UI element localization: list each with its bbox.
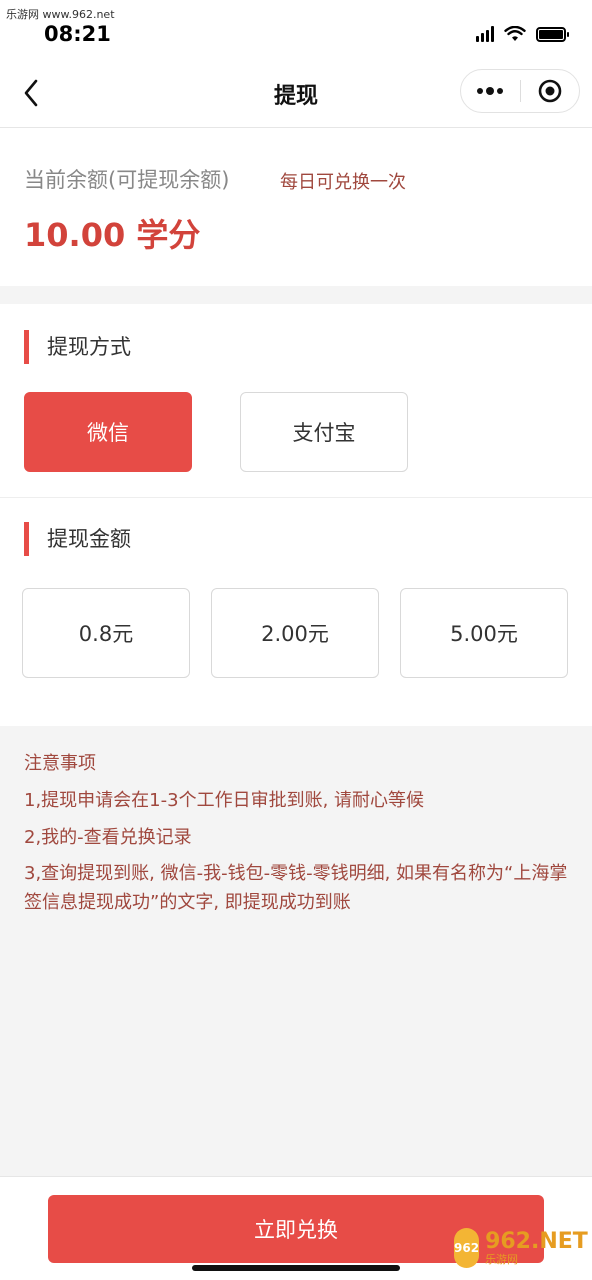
notes-section: 注意事项 1,提现申请会在1-3个工作日审批到账, 请耐心等候 2,我的-查看兑…: [24, 750, 574, 926]
balance-card: 当前余额(可提现余额) 每日可兑换一次 10.00 学分: [0, 128, 592, 286]
notes-heading: 注意事项: [24, 753, 96, 774]
withdraw-method-section: 提现方式 微信 支付宝: [0, 304, 592, 498]
wifi-icon: [504, 26, 526, 41]
top-header: 乐游网 www.962.net 08:21 提现: [0, 0, 592, 128]
amount-option-0-8[interactable]: 0.8元: [22, 588, 190, 678]
home-indicator: [192, 1265, 400, 1271]
method-option-wechat[interactable]: 微信: [24, 392, 192, 472]
balance-label: 当前余额(可提现余额): [24, 168, 230, 192]
status-icons: [476, 26, 569, 42]
more-button[interactable]: [461, 70, 520, 112]
watermark-big-text: 962.NET: [485, 1228, 588, 1254]
miniprogram-capsule: [460, 69, 580, 113]
watermark-text: 乐游网 www.962.net: [6, 8, 115, 21]
chevron-left-icon: [24, 79, 38, 107]
signal-icon: [476, 26, 494, 42]
method-section-title: 提现方式: [24, 330, 131, 364]
bottom-bar: 立即兑换 962 962.NET 乐游网: [0, 1176, 592, 1280]
note-item: 2,我的-查看兑换记录: [24, 826, 192, 848]
watermark-badge-icon: 962: [454, 1228, 480, 1268]
amount-option-2[interactable]: 2.00元: [211, 588, 379, 678]
withdraw-amount-section: 提现金额 0.8元 2.00元 5.00元: [0, 498, 592, 726]
note-item: 3,查询提现到账, 微信-我-钱包-零钱-零钱明细, 如果有名称为“上海掌签信息…: [24, 863, 568, 914]
battery-icon: [536, 26, 569, 42]
amount-section-title: 提现金额: [24, 522, 131, 556]
amount-option-5[interactable]: 5.00元: [400, 588, 568, 678]
back-button[interactable]: [18, 78, 44, 108]
target-circle-icon: [538, 79, 562, 103]
more-dots-icon: [477, 87, 504, 95]
watermark-logo: 962 962.NET 乐游网: [454, 1223, 588, 1273]
status-time: 08:21: [44, 22, 111, 46]
method-option-alipay[interactable]: 支付宝: [240, 392, 408, 472]
balance-note: 每日可兑换一次: [280, 172, 406, 193]
note-item: 1,提现申请会在1-3个工作日审批到账, 请耐心等候: [24, 789, 425, 811]
watermark-small-text: 乐游网: [485, 1253, 519, 1267]
close-miniprogram-button[interactable]: [520, 70, 579, 112]
balance-amount: 10.00 学分: [24, 216, 201, 254]
